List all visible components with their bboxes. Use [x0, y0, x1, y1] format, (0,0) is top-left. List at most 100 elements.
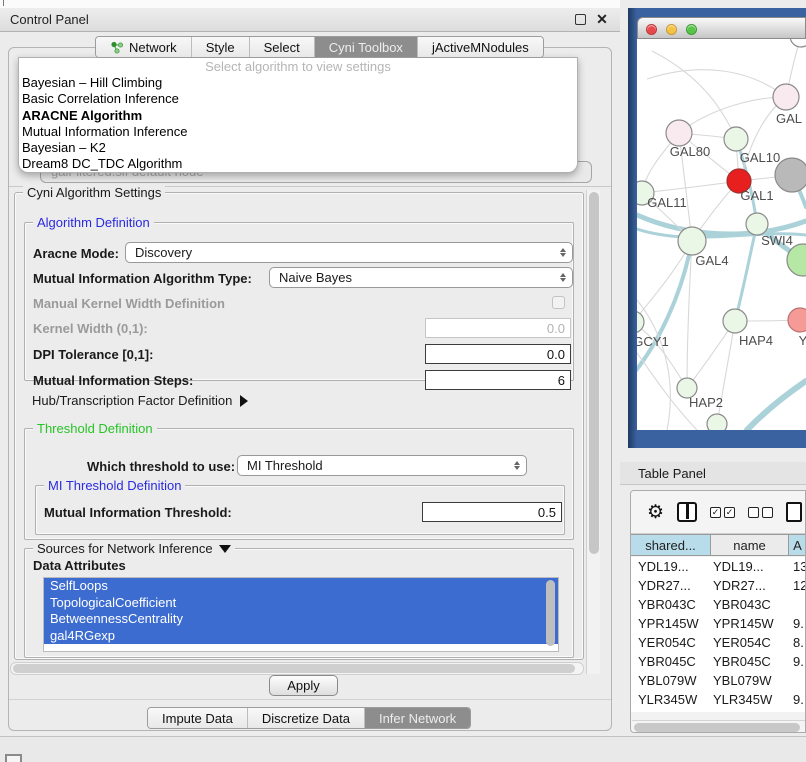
- which-threshold-combo[interactable]: MI Threshold: [237, 455, 527, 476]
- minimized-panel-icon[interactable]: [5, 754, 22, 762]
- cell-extra[interactable]: 8.: [789, 633, 806, 652]
- attribute-item-selected[interactable]: gal4RGexp: [44, 628, 558, 645]
- cell-shared-name[interactable]: YDL19...: [631, 557, 711, 576]
- table-hscroll-thumb[interactable]: [634, 723, 800, 732]
- cell-name[interactable]: YPR145W: [711, 614, 789, 633]
- cell-shared-name[interactable]: YIL052C: [631, 709, 711, 712]
- cell-extra[interactable]: 9: [789, 709, 806, 712]
- network-window-titlebar[interactable]: [637, 17, 806, 39]
- dpi-tolerance-field[interactable]: 0.0: [425, 344, 571, 364]
- cell-shared-name[interactable]: YPR145W: [631, 614, 711, 633]
- cell-name[interactable]: YER054C: [711, 633, 789, 652]
- mi-type-combo[interactable]: Naive Bayes: [269, 267, 573, 288]
- algorithm-option[interactable]: Bayesian – Hill Climbing: [19, 75, 577, 91]
- tab-cyni-toolbox[interactable]: Cyni Toolbox: [315, 37, 418, 57]
- close-panel-icon[interactable]: ✕: [594, 11, 610, 27]
- mi-threshold-field[interactable]: 0.5: [422, 502, 562, 522]
- list-scrollbar-thumb[interactable]: [546, 580, 555, 646]
- document-icon[interactable]: [786, 502, 802, 522]
- cell-extra[interactable]: 12: [789, 576, 806, 595]
- cell-extra[interactable]: 9.: [789, 614, 806, 633]
- cell-name[interactable]: YBR045C: [711, 652, 789, 671]
- node-gal-pink[interactable]: [773, 84, 799, 110]
- mi-steps-field[interactable]: 6: [425, 370, 571, 390]
- node-gal4[interactable]: [678, 227, 706, 255]
- settings-vertical-scrollbar[interactable]: [586, 190, 600, 674]
- data-attributes-list[interactable]: SelfLoopsTopologicalCoefficientBetweenne…: [43, 577, 559, 652]
- cell-name[interactable]: YLR345W: [711, 690, 789, 709]
- node-gal10[interactable]: [724, 127, 748, 151]
- cell-shared-name[interactable]: YLR345W: [631, 690, 711, 709]
- cell-shared-name[interactable]: YBR045C: [631, 652, 711, 671]
- node-partial-bottom[interactable]: [707, 414, 727, 430]
- unchecked-pair-icon[interactable]: [748, 507, 773, 518]
- minimize-window-icon[interactable]: [666, 24, 677, 35]
- cell-name[interactable]: YBL079W: [711, 671, 789, 690]
- algorithm-option[interactable]: Mutual Information Inference: [19, 124, 577, 140]
- vscroll-thumb[interactable]: [589, 192, 599, 554]
- tab-discretize-data[interactable]: Discretize Data: [248, 708, 365, 728]
- close-window-icon[interactable]: [646, 24, 657, 35]
- cell-name[interactable]: YDR27...: [711, 576, 789, 595]
- algorithm-option[interactable]: Dream8 DC_TDC Algorithm: [19, 156, 577, 172]
- tab-infer-network[interactable]: Infer Network: [365, 708, 470, 728]
- algorithm-option[interactable]: Bayesian – K2: [19, 140, 577, 156]
- column-header-extra[interactable]: A: [789, 535, 806, 555]
- node-unlabeled[interactable]: [790, 39, 806, 47]
- table-row[interactable]: YIL052CYIL052C9: [631, 709, 806, 712]
- cell-shared-name[interactable]: YER054C: [631, 633, 711, 652]
- node-salmon[interactable]: [788, 308, 806, 332]
- table-row[interactable]: YBR043CYBR043C: [631, 595, 806, 614]
- table-row[interactable]: YER054CYER054C8.: [631, 633, 806, 652]
- network-view-canvas[interactable]: GAL GAL80 GAL10 GAL1 GAL11 SWI4 GAL4 GCY…: [637, 39, 806, 430]
- node-gal80[interactable]: [666, 120, 692, 146]
- settings-horizontal-scrollbar[interactable]: [10, 662, 584, 675]
- node-swi4[interactable]: [746, 213, 768, 235]
- cell-shared-name[interactable]: YBR043C: [631, 595, 711, 614]
- kernel-width-field[interactable]: 0.0: [425, 318, 571, 338]
- tab-select[interactable]: Select: [250, 37, 315, 57]
- hub-definition-toggle[interactable]: Hub/Transcription Factor Definition: [32, 393, 248, 411]
- cell-shared-name[interactable]: YBL079W: [631, 671, 711, 690]
- algorithm-option[interactable]: ARACNE Algorithm: [19, 108, 577, 124]
- table-row[interactable]: YPR145WYPR145W9.: [631, 614, 806, 633]
- node-hap4[interactable]: [723, 309, 747, 333]
- attribute-item-selected[interactable]: TopologicalCoefficient: [44, 595, 558, 612]
- zoom-window-icon[interactable]: [686, 24, 697, 35]
- split-columns-icon[interactable]: [677, 502, 697, 522]
- table-row[interactable]: YBR045CYBR045C9.: [631, 652, 806, 671]
- column-header-name[interactable]: name: [711, 535, 789, 555]
- tab-network[interactable]: Network: [96, 37, 192, 57]
- cell-extra[interactable]: 9.: [789, 690, 806, 709]
- aracne-mode-value: Discovery: [135, 245, 192, 260]
- tab-jactivemnodules[interactable]: jActiveMNodules: [418, 37, 543, 57]
- table-row[interactable]: YDL19...YDL19...13: [631, 557, 806, 576]
- cell-extra[interactable]: 13: [789, 557, 806, 576]
- cell-name[interactable]: YDL19...: [711, 557, 789, 576]
- table-row[interactable]: YLR345WYLR345W9.: [631, 690, 806, 709]
- tab-impute-data[interactable]: Impute Data: [148, 708, 248, 728]
- cell-shared-name[interactable]: YDR27...: [631, 576, 711, 595]
- cell-extra[interactable]: 9.: [789, 652, 806, 671]
- column-header-shared[interactable]: shared...: [631, 535, 711, 555]
- attribute-item-selected[interactable]: SelfLoops: [44, 578, 558, 595]
- float-panel-icon[interactable]: [575, 14, 586, 25]
- sources-group-title[interactable]: Sources for Network Inference: [33, 541, 235, 556]
- cell-extra[interactable]: [789, 595, 806, 614]
- table-horizontal-scrollbar[interactable]: [632, 720, 806, 733]
- table-row[interactable]: YBL079WYBL079W: [631, 671, 806, 690]
- table-row[interactable]: YDR27...YDR27...12: [631, 576, 806, 595]
- attribute-item-selected[interactable]: BetweennessCentrality: [44, 611, 558, 628]
- apply-button[interactable]: Apply: [269, 675, 338, 696]
- mi-type-label: Mutual Information Algorithm Type:: [33, 271, 252, 286]
- cell-name[interactable]: YIL052C: [711, 709, 789, 712]
- gear-icon[interactable]: ⚙: [647, 503, 664, 522]
- aracne-mode-combo[interactable]: Discovery: [125, 242, 573, 263]
- hscroll-thumb[interactable]: [13, 664, 575, 673]
- algorithm-option[interactable]: Basic Correlation Inference: [19, 91, 577, 107]
- manual-kernel-checkbox[interactable]: [552, 296, 565, 309]
- checked-pair-icon[interactable]: ✓ ✓: [710, 507, 735, 518]
- cell-name[interactable]: YBR043C: [711, 595, 789, 614]
- cell-extra[interactable]: [789, 671, 806, 690]
- tab-style[interactable]: Style: [192, 37, 250, 57]
